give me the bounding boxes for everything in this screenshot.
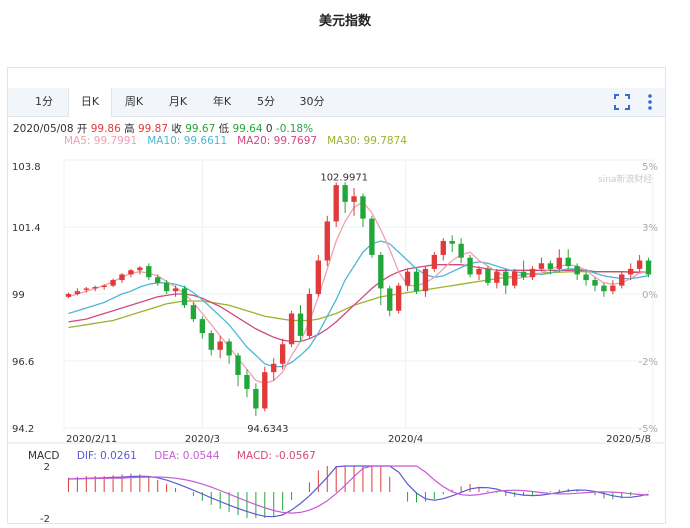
pct-tick-label: 3% xyxy=(642,223,658,234)
candle-body xyxy=(244,374,250,389)
candle-body xyxy=(565,257,571,267)
candle-body xyxy=(378,254,384,289)
candle-body xyxy=(583,274,589,281)
candle-body xyxy=(163,282,170,292)
dea-line xyxy=(68,465,649,514)
candle-body xyxy=(422,268,429,292)
ma20-line xyxy=(68,264,649,343)
page-title: 美元指数 xyxy=(318,14,371,29)
candle-body xyxy=(271,363,277,373)
max-annotation: 102.9971 xyxy=(320,172,368,183)
x-tick-label: 2020/5/8 xyxy=(606,434,651,445)
candle-body xyxy=(137,267,143,271)
candle-body xyxy=(253,388,259,409)
candle-body xyxy=(297,313,304,336)
candle-body xyxy=(92,287,98,289)
candle-body xyxy=(619,274,625,286)
candle-body xyxy=(262,372,268,409)
candle-body xyxy=(413,271,420,292)
candle-body xyxy=(476,268,482,275)
macd-title: MACD xyxy=(28,450,60,462)
candle-body xyxy=(494,271,500,283)
candle-body xyxy=(199,319,206,334)
min-annotation: 94.6343 xyxy=(247,424,288,435)
ma5-line xyxy=(68,201,649,384)
candle-body xyxy=(315,260,322,294)
candle-body xyxy=(369,218,375,255)
candle-body xyxy=(574,266,580,275)
x-tick-label: 2020/2/11 xyxy=(66,434,117,445)
candle-body xyxy=(83,288,89,290)
candle-body xyxy=(547,263,554,269)
candle-body xyxy=(467,257,473,275)
y-tick-label: 94.2 xyxy=(12,424,34,435)
candle-body xyxy=(74,291,81,294)
candle-body xyxy=(190,305,197,320)
candle-body xyxy=(324,221,330,261)
candle-body xyxy=(458,243,464,258)
dif-line xyxy=(68,465,649,518)
candle-body xyxy=(511,271,518,286)
candle-body xyxy=(592,280,598,286)
candle-body xyxy=(226,341,232,356)
candle-body xyxy=(101,285,107,288)
candle-body xyxy=(360,196,366,219)
watermark: sina新浪财经 xyxy=(598,173,652,185)
dif-value: DIF: 0.0261 xyxy=(76,450,137,462)
pct-tick-label: -2% xyxy=(639,357,658,368)
macd-value: MACD: -0.0567 xyxy=(236,450,316,462)
candle-body xyxy=(485,268,491,283)
y-tick-label: 103.8 xyxy=(12,162,41,173)
macd-y-tick: -2 xyxy=(40,514,50,523)
candles xyxy=(65,182,652,416)
x-tick-label: 2020/3 xyxy=(185,434,220,445)
candle-body xyxy=(404,271,411,286)
candle-body xyxy=(529,268,536,278)
y-tick-label: 96.6 xyxy=(12,357,34,368)
candle-body xyxy=(601,285,607,292)
candle-body xyxy=(556,257,562,269)
macd-legend: MACD DIF: 0.0261 DEA: 0.0544 MACD: -0.05… xyxy=(28,450,330,462)
candle-body xyxy=(217,341,223,350)
candle-body xyxy=(395,285,402,311)
candle-body xyxy=(119,274,125,281)
candle-body xyxy=(208,333,214,350)
candle-body xyxy=(628,268,634,275)
y-tick-label: 99 xyxy=(12,290,25,301)
candle-body xyxy=(610,285,616,292)
candle-body xyxy=(538,263,545,269)
candle-body xyxy=(128,270,134,275)
candle-body xyxy=(431,254,438,269)
x-tick-label: 2020/4 xyxy=(388,434,423,445)
pct-tick-label: 0% xyxy=(642,290,658,301)
candle-body xyxy=(288,313,295,345)
chart-widget: 1分 日K 周K 月K 年K 5分 30分 2020/05/08 开 99.86… xyxy=(7,67,666,524)
candle-body xyxy=(333,185,339,222)
candle-body xyxy=(520,271,527,278)
pct-tick-label: 5% xyxy=(642,162,658,173)
candle-body xyxy=(645,260,652,275)
candle-body xyxy=(342,185,348,202)
candle-body xyxy=(235,355,241,375)
macd-y-tick: 2 xyxy=(44,462,50,473)
candle-body xyxy=(146,266,152,278)
ma-lines xyxy=(68,201,649,384)
candle-body xyxy=(351,196,357,202)
dea-value: DEA: 0.0544 xyxy=(154,450,220,462)
candle-body xyxy=(503,271,509,286)
candle-body xyxy=(279,344,286,364)
candle-body xyxy=(110,280,116,286)
candle-body xyxy=(172,288,179,292)
candle-body xyxy=(306,294,313,336)
candle-body xyxy=(636,260,643,269)
candle-body xyxy=(440,240,446,255)
y-tick-label: 101.4 xyxy=(12,223,41,234)
candle-body xyxy=(65,294,72,297)
macd-panel: 2 -2 xyxy=(40,462,650,523)
candle-body xyxy=(387,288,393,311)
candle-body xyxy=(449,240,455,244)
candle-body xyxy=(155,277,161,283)
candle-body xyxy=(181,288,188,306)
